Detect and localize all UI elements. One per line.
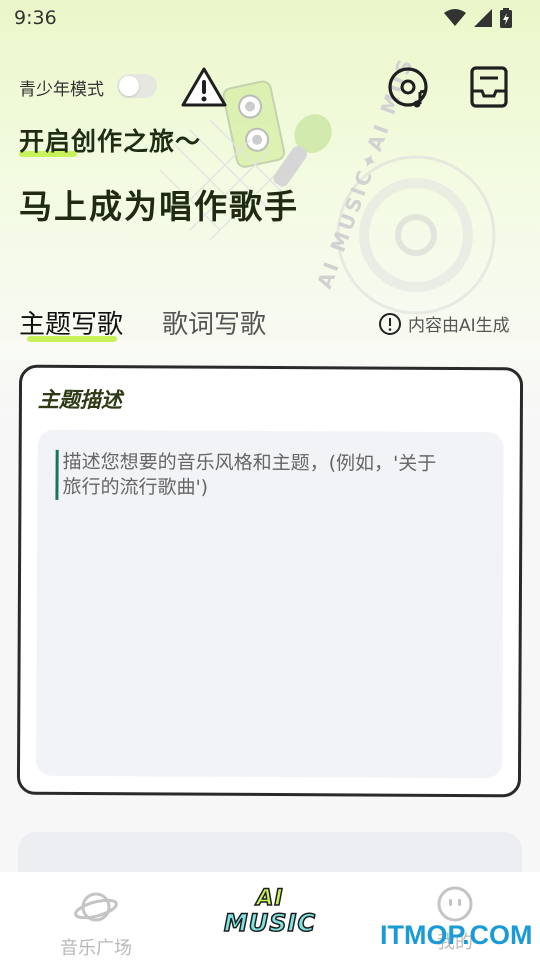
theme-description-input[interactable]: 描述您想要的音乐风格和主题，(例如，'关于 旅行的流行歌曲') xyxy=(35,429,504,779)
toggle-knob xyxy=(119,76,139,96)
ai-note-text: 内容由AI生成 xyxy=(408,316,510,336)
nav-music-plaza[interactable]: 音乐广场 xyxy=(48,872,144,960)
status-icons xyxy=(444,8,512,28)
input-placeholder: 描述您想要的音乐风格和主题，(例如，'关于 旅行的流行歌曲') xyxy=(55,449,486,503)
nav-ai-music[interactable]: AI MUSIC xyxy=(206,872,334,960)
battery-icon xyxy=(500,8,512,28)
teen-mode-toggle[interactable] xyxy=(117,74,157,98)
mode-tabs: 主题写歌 歌词写歌 内容由AI生成 xyxy=(0,300,540,350)
teen-mode-label: 青少年模式 xyxy=(19,80,104,100)
theme-card: 主题描述 描述您想要的音乐风格和主题，(例如，'关于 旅行的流行歌曲') xyxy=(16,364,524,798)
inbox-icon[interactable] xyxy=(466,64,512,110)
placeholder-line-2: 旅行的流行歌曲') xyxy=(62,475,209,499)
card-title: 主题描述 xyxy=(37,387,123,413)
slogan-small: 开启创作之旅～ xyxy=(19,127,202,156)
nav-plaza-label: 音乐广场 xyxy=(60,938,132,959)
status-time: 9:36 xyxy=(14,7,57,29)
watermark: ITMOP.COM xyxy=(380,920,533,950)
tab-lyrics[interactable]: 歌词写歌 xyxy=(162,304,266,341)
planet-icon xyxy=(74,892,118,922)
info-icon xyxy=(379,312,401,335)
ai-logo-bottom: MUSIC xyxy=(223,909,317,937)
wifi-icon xyxy=(444,9,466,26)
slogan-big: 马上成为唱作歌手 xyxy=(19,187,299,226)
profile-face-icon xyxy=(437,886,473,922)
signal-icon xyxy=(474,9,492,27)
disc-icon[interactable] xyxy=(386,64,432,110)
status-bar: 9:36 xyxy=(0,0,540,36)
ai-logo-top: AI xyxy=(256,886,284,911)
tab-theme[interactable]: 主题写歌 xyxy=(19,304,123,341)
ai-generated-note: 内容由AI生成 xyxy=(378,311,510,336)
warning-icon[interactable] xyxy=(180,66,228,108)
placeholder-line-1: 描述您想要的音乐风格和主题，(例如，'关于 xyxy=(62,450,437,475)
top-row: 青少年模式 xyxy=(0,64,540,110)
